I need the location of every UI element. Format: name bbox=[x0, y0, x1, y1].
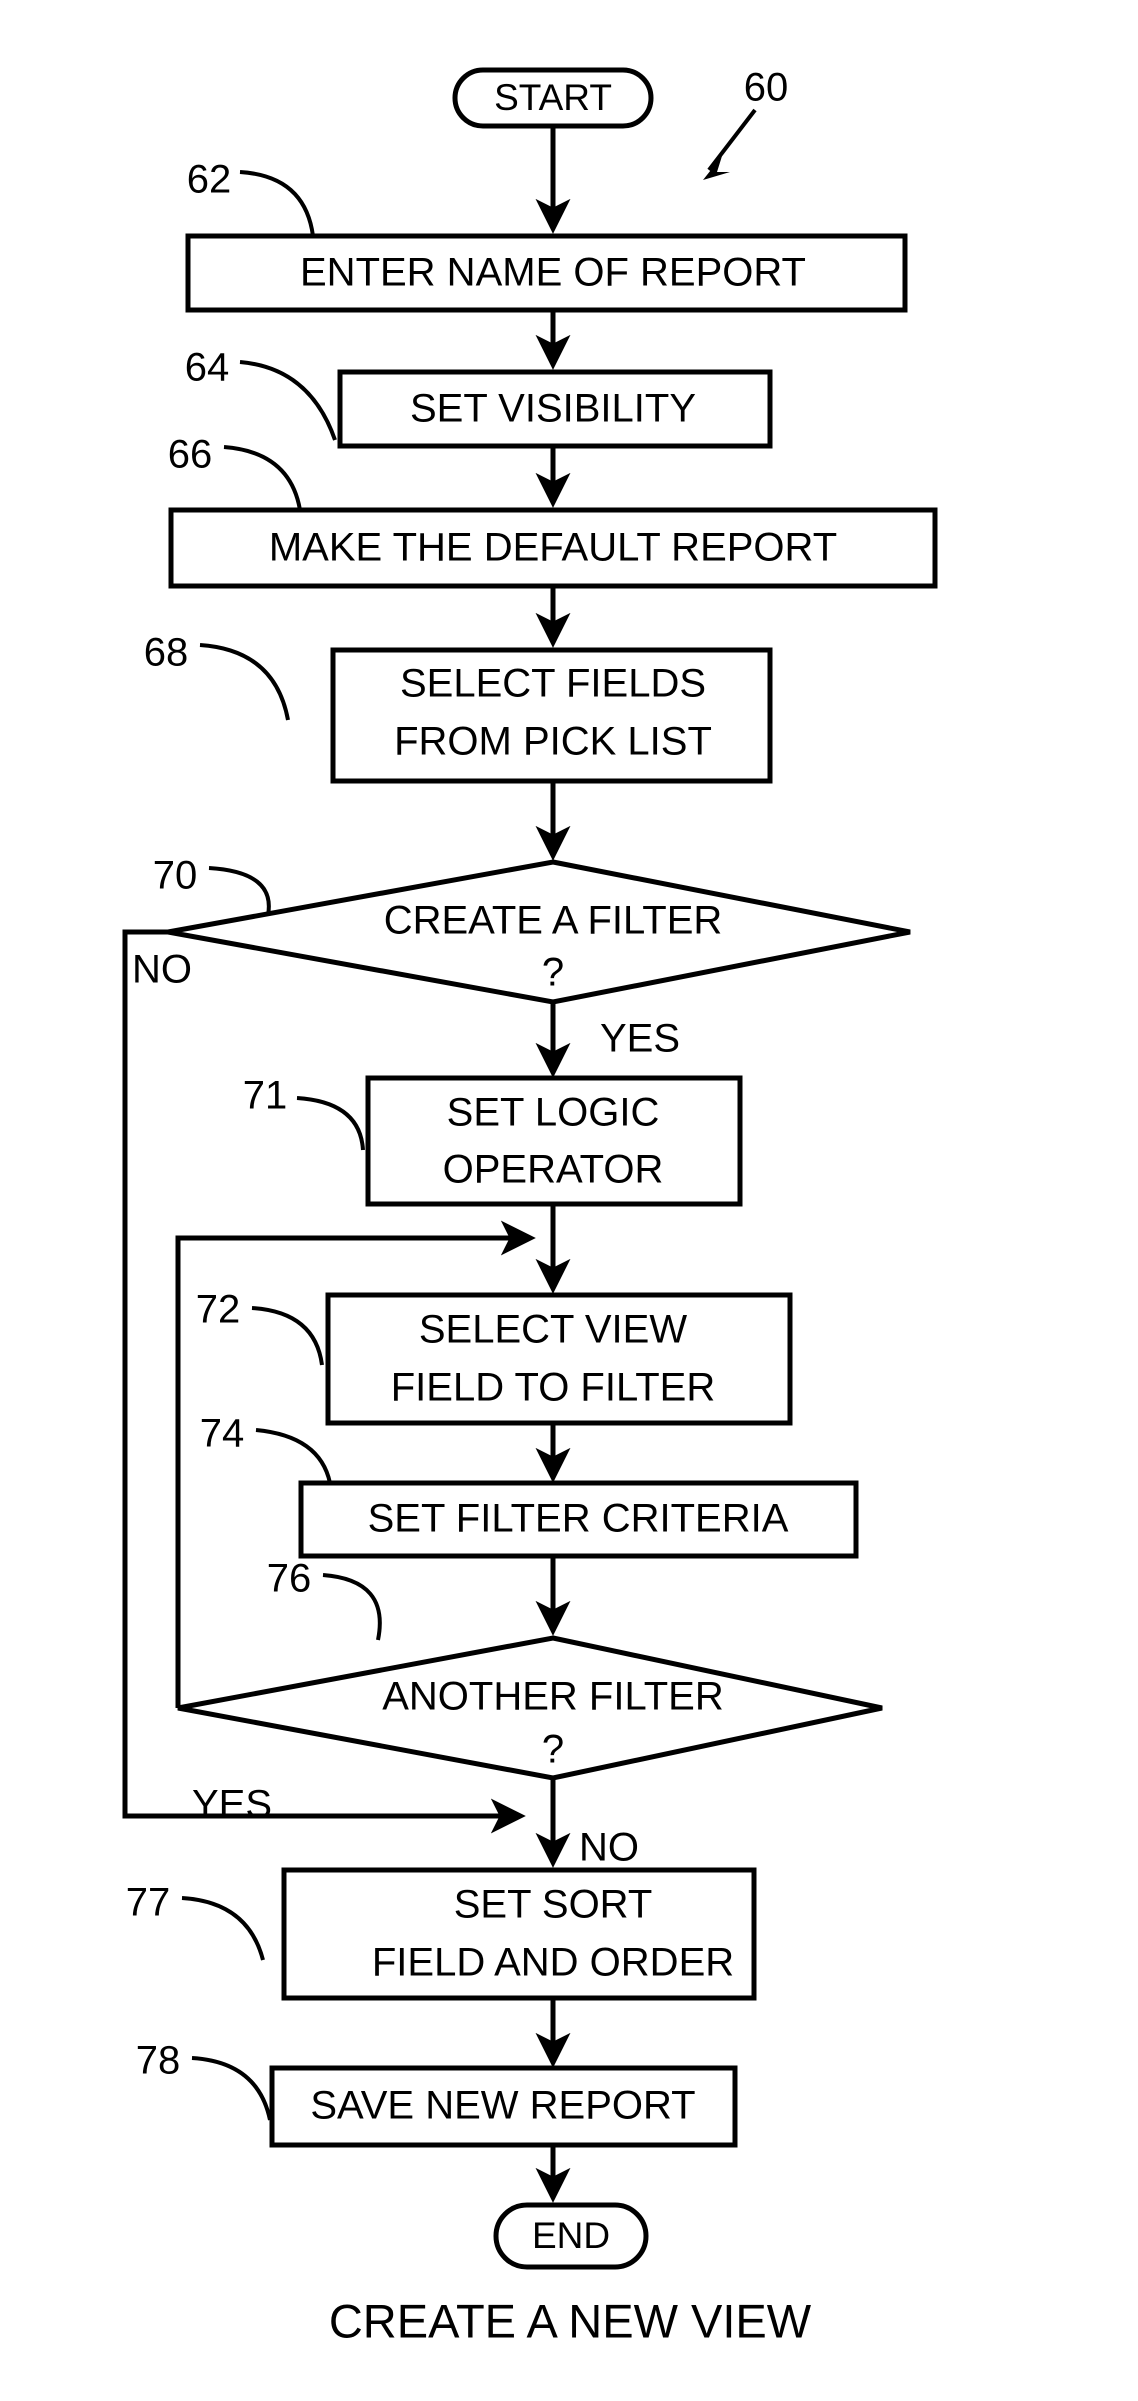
leader-66: 66 bbox=[168, 433, 302, 511]
node-create-filter-line2: ? bbox=[542, 951, 564, 995]
ref-number-68: 68 bbox=[144, 631, 189, 675]
node-select-view-field-line1: SELECT VIEW bbox=[419, 1308, 687, 1352]
node-create-a-filter-decision: CREATE A FILTER ? bbox=[167, 859, 911, 1005]
node-select-fields-line1: SELECT FIELDS bbox=[400, 662, 706, 706]
node-select-fields: SELECT FIELDS FROM PICK LIST bbox=[330, 647, 773, 784]
node-enter-name-label: ENTER NAME OF REPORT bbox=[300, 251, 806, 295]
ref-number-71: 71 bbox=[243, 1074, 288, 1118]
branch-label-another-filter-no: NO bbox=[579, 1826, 639, 1870]
leader-70: 70 bbox=[153, 854, 271, 916]
leader-76: 76 bbox=[267, 1557, 382, 1641]
leader-72: 72 bbox=[196, 1288, 324, 1366]
leader-78: 78 bbox=[136, 2039, 272, 2121]
branch-label-create-filter-yes: YES bbox=[600, 1017, 680, 1061]
figure-ref-60: 60 bbox=[703, 66, 788, 180]
node-set-sort-line1: SET SORT bbox=[454, 1883, 653, 1927]
ref-number-70: 70 bbox=[153, 854, 198, 898]
node-set-filter-criteria: SET FILTER CRITERIA bbox=[298, 1480, 859, 1559]
leader-64: 64 bbox=[185, 346, 337, 441]
node-set-logic-line1: SET LOGIC bbox=[447, 1091, 660, 1135]
leader-71: 71 bbox=[243, 1074, 365, 1151]
ref-number-72: 72 bbox=[196, 1288, 241, 1332]
node-set-sort-line2: FIELD AND ORDER bbox=[372, 1941, 734, 1985]
node-save-new-report-label: SAVE NEW REPORT bbox=[310, 2084, 695, 2128]
ref-number-62: 62 bbox=[187, 158, 232, 202]
node-end: END bbox=[493, 2202, 649, 2270]
node-another-filter-decision: ANOTHER FILTER ? bbox=[177, 1635, 883, 1781]
node-set-filter-criteria-label: SET FILTER CRITERIA bbox=[368, 1497, 789, 1541]
node-set-visibility-label: SET VISIBILITY bbox=[410, 387, 696, 431]
ref-number-77: 77 bbox=[126, 1881, 171, 1925]
node-save-new-report: SAVE NEW REPORT bbox=[269, 2065, 738, 2148]
ref-number-74: 74 bbox=[200, 1412, 245, 1456]
node-set-logic-operator: SET LOGIC OPERATOR bbox=[365, 1075, 743, 1207]
node-set-sort: SET SORT FIELD AND ORDER bbox=[281, 1867, 757, 2001]
node-enter-name-of-report: ENTER NAME OF REPORT bbox=[185, 233, 908, 313]
leader-68: 68 bbox=[144, 631, 290, 721]
node-select-view-field-line2: FIELD TO FILTER bbox=[391, 1366, 716, 1410]
branch-label-create-filter-no: NO bbox=[132, 948, 192, 992]
node-set-visibility: SET VISIBILITY bbox=[337, 369, 773, 449]
node-select-view-field: SELECT VIEW FIELD TO FILTER bbox=[325, 1292, 793, 1426]
ref-number-76: 76 bbox=[267, 1557, 312, 1601]
figure-ref-number: 60 bbox=[744, 66, 789, 110]
leader-74: 74 bbox=[200, 1412, 332, 1484]
node-make-default-label: MAKE THE DEFAULT REPORT bbox=[269, 526, 837, 570]
node-start-label: START bbox=[494, 77, 612, 118]
node-another-filter-line1: ANOTHER FILTER bbox=[382, 1675, 724, 1719]
ref-number-66: 66 bbox=[168, 433, 213, 477]
ref-number-78: 78 bbox=[136, 2039, 181, 2083]
node-set-logic-line2: OPERATOR bbox=[443, 1148, 664, 1192]
branch-label-another-filter-yes: YES bbox=[192, 1783, 272, 1827]
node-start: START bbox=[452, 67, 654, 129]
ref-number-64: 64 bbox=[185, 346, 230, 390]
node-make-default-report: MAKE THE DEFAULT REPORT bbox=[168, 507, 938, 589]
node-end-label: END bbox=[532, 2215, 610, 2256]
leader-62: 62 bbox=[187, 158, 315, 237]
leader-77: 77 bbox=[126, 1881, 265, 1961]
figure-title: CREATE A NEW VIEW bbox=[329, 2294, 812, 2347]
flowchart-page: START 60 ENTER NAME OF REPORT 62 SET VIS… bbox=[0, 0, 1138, 2401]
node-select-fields-line2: FROM PICK LIST bbox=[394, 720, 712, 764]
flowchart-canvas: START 60 ENTER NAME OF REPORT 62 SET VIS… bbox=[122, 66, 938, 2347]
node-create-filter-line1: CREATE A FILTER bbox=[384, 899, 723, 943]
node-another-filter-line2: ? bbox=[542, 1728, 564, 1772]
